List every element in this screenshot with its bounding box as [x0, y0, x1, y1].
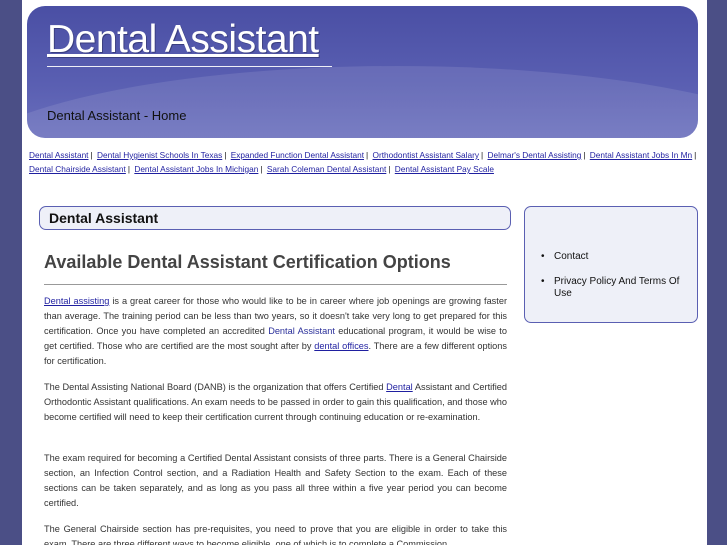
site-title-link[interactable]: Dental Assistant	[47, 18, 319, 62]
breadcrumb: Dental Assistant - Home	[47, 108, 187, 123]
article-title: Available Dental Assistant Certification…	[44, 252, 451, 272]
site-header: Dental Assistant Dental Assistant - Home	[27, 6, 698, 138]
sidebar-item-privacy-policy[interactable]: Privacy Policy And Terms Of Use	[541, 276, 691, 300]
nav-separator: |	[694, 150, 697, 160]
section-heading: Dental Assistant	[49, 210, 159, 226]
header-swoosh	[27, 66, 698, 138]
nav-separator: |	[260, 164, 263, 174]
paragraph-text: The Dental Assisting National Board (DAN…	[44, 382, 387, 392]
nav-link-pay-scale[interactable]: Dental Assistant Pay Scale	[395, 164, 494, 174]
link-dental-offices[interactable]: dental offices	[314, 341, 368, 351]
nav-link-jobs-in-michigan[interactable]: Dental Assistant Jobs In Michigan	[134, 164, 258, 174]
nav-separator: |	[388, 164, 391, 174]
article-paragraph-4: The General Chairside section has pre-re…	[44, 524, 507, 545]
article-divider	[44, 284, 507, 285]
link-dental[interactable]: Dental	[386, 382, 413, 392]
page: Dental Assistant Dental Assistant - Home…	[22, 0, 707, 545]
nav-separator: |	[224, 150, 227, 160]
nav-link-hygienist-schools-texas[interactable]: Dental Hygienist Schools In Texas	[97, 150, 222, 160]
nav-separator: |	[366, 150, 369, 160]
nav-link-sarah-coleman[interactable]: Sarah Coleman Dental Assistant	[267, 164, 386, 174]
nav-separator: |	[481, 150, 484, 160]
link-dental-assisting[interactable]: Dental assisting	[44, 296, 109, 306]
sidebar: Contact Privacy Policy And Terms Of Use	[524, 206, 698, 323]
title-rule	[47, 66, 332, 67]
nav-link-jobs-in-mn[interactable]: Dental Assistant Jobs In Mn	[590, 150, 692, 160]
article-paragraph-1: Dental assisting is a great career for t…	[44, 294, 507, 369]
nav-link-chairside-assistant[interactable]: Dental Chairside Assistant	[29, 164, 126, 174]
article-paragraph-2: The Dental Assisting National Board (DAN…	[44, 380, 507, 425]
sidebar-item-contact[interactable]: Contact	[541, 251, 691, 263]
keyword-dental-assistant: Dental Assistant	[268, 326, 335, 336]
nav-link-dental-assistant[interactable]: Dental Assistant	[29, 150, 89, 160]
nav-separator: |	[90, 150, 93, 160]
article-paragraph-3: The exam required for becoming a Certifi…	[44, 453, 507, 508]
nav-links: Dental Assistant | Dental Hygienist Schoo…	[29, 148, 701, 176]
nav-link-delmars-dental-assisting[interactable]: Delmar's Dental Assisting	[488, 150, 582, 160]
nav-link-expanded-function[interactable]: Expanded Function Dental Assistant	[231, 150, 364, 160]
sidebar-list: Contact Privacy Policy And Terms Of Use	[541, 251, 691, 313]
section-heading-box: Dental Assistant	[39, 206, 511, 230]
nav-separator: |	[583, 150, 586, 160]
nav-link-orthodontist-salary[interactable]: Orthodontist Assistant Salary	[373, 150, 480, 160]
nav-separator: |	[127, 164, 131, 174]
